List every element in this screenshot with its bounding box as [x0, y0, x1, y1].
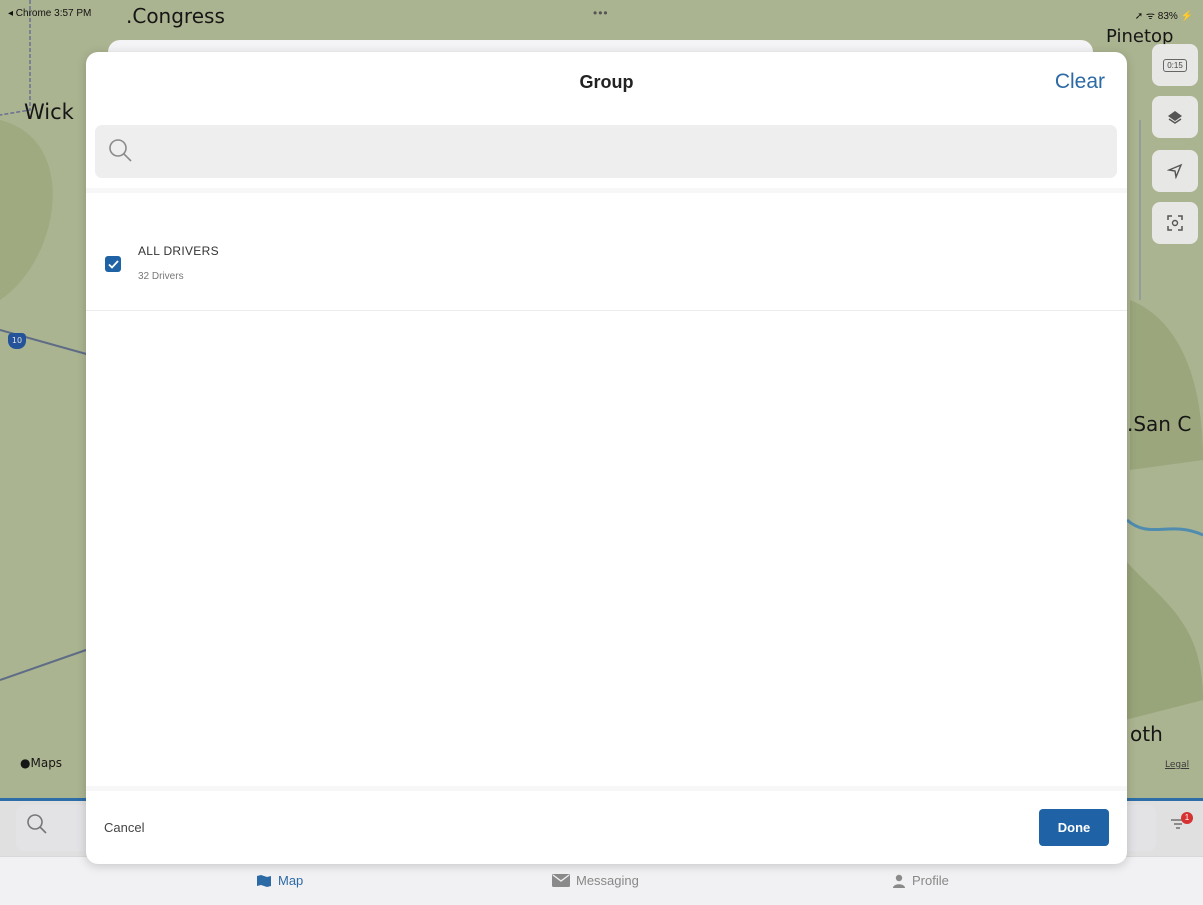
status-bar: ◂ Chrome 3:57 PM ••• ➚ ᯤ 83% ⚡: [0, 0, 1203, 22]
tab-profile-label: Profile: [912, 873, 949, 888]
status-right: ➚ ᯤ 83% ⚡: [1134, 11, 1193, 22]
timer-icon: 0:15: [1163, 58, 1187, 72]
envelope-icon: [552, 874, 570, 887]
location-arrow-icon: [1167, 163, 1183, 179]
refresh-timer-button[interactable]: 0:15: [1152, 44, 1198, 86]
done-button[interactable]: Done: [1039, 809, 1109, 846]
tab-messaging-label: Messaging: [576, 873, 639, 888]
list-item-title: ALL DRIVERS: [138, 244, 219, 258]
clear-button[interactable]: Clear: [1055, 70, 1105, 94]
tab-profile[interactable]: Profile: [892, 873, 949, 888]
fit-bounds-button[interactable]: [1152, 202, 1198, 244]
filter-count-badge: 1: [1181, 812, 1193, 824]
person-icon: [893, 874, 905, 888]
footer-divider: [86, 786, 1127, 791]
group-picker-modal: Group Clear ALL DRIVERS 32 Drivers Cance…: [86, 52, 1127, 864]
search-icon: [107, 137, 133, 168]
locate-button[interactable]: [1152, 150, 1198, 192]
checkmark-icon: [107, 259, 119, 269]
tab-map-label: Map: [278, 873, 304, 888]
layers-button[interactable]: [1152, 96, 1198, 138]
group-search-box[interactable]: [95, 125, 1117, 178]
fit-bounds-icon: [1167, 215, 1183, 231]
list-item[interactable]: ALL DRIVERS 32 Drivers: [86, 194, 1127, 311]
layers-icon: [1168, 111, 1182, 124]
tab-messaging[interactable]: Messaging: [552, 873, 639, 888]
divider: [86, 188, 1127, 193]
cancel-button[interactable]: Cancel: [104, 820, 144, 835]
multitask-dots[interactable]: •••: [593, 6, 609, 20]
map-icon: [257, 874, 271, 887]
all-drivers-checkbox[interactable]: [105, 256, 121, 272]
modal-title: Group: [579, 72, 634, 92]
status-left[interactable]: ◂ Chrome 3:57 PM: [8, 8, 91, 19]
group-search-input[interactable]: [145, 133, 1099, 171]
search-icon: [26, 813, 48, 841]
tab-map[interactable]: Map: [256, 873, 303, 888]
list-item-subtitle: 32 Drivers: [138, 271, 184, 282]
